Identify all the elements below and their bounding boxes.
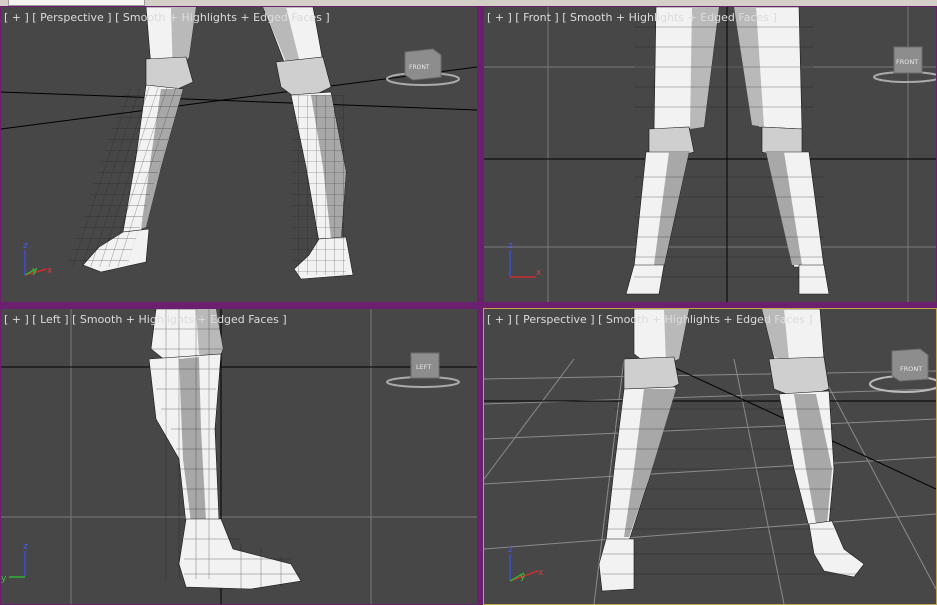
shading-mode-button[interactable]: [ Smooth + Highlights + Edged Faces ]	[598, 313, 813, 326]
viewport-label: [ + ] [ Perspective ] [ Smooth + Highlig…	[4, 11, 330, 24]
viewcube[interactable]: FRONT	[873, 46, 936, 83]
axis-gizmo: z x y	[508, 545, 544, 582]
viewport-menu-button[interactable]: [ + ]	[487, 11, 512, 24]
character-leg-right	[262, 7, 354, 280]
viewport-menu-button[interactable]: [ + ]	[4, 11, 29, 24]
view-type-button[interactable]: [ Perspective ]	[515, 313, 594, 326]
svg-text:x: x	[538, 568, 544, 578]
viewcube[interactable]: FRONT	[386, 48, 460, 86]
viewcube-face-label: LEFT	[416, 363, 431, 371]
viewport-menu-button[interactable]: [ + ]	[487, 313, 512, 326]
viewport-front[interactable]: FRONT z x [ + ] [ Front ] [ Smooth + Hig…	[483, 6, 937, 303]
axis-gizmo: z y	[1, 542, 28, 584]
viewport-menu-button[interactable]: [ + ]	[4, 313, 29, 326]
viewport-perspective-active[interactable]: FRONT z x y [ + ] [ Perspective ] [ Smoo…	[483, 308, 937, 605]
view-type-button[interactable]: [ Left ]	[32, 313, 68, 326]
viewport-canvas[interactable]: FRONT z x	[484, 7, 936, 302]
svg-text:y: y	[520, 572, 526, 582]
viewport-canvas[interactable]: LEFT z y	[1, 309, 477, 604]
viewport-perspective-top-left[interactable]: FRONT z x y [ + ] [ Perspective ] [ Smoo…	[0, 6, 478, 303]
character-leg-left	[625, 7, 720, 295]
shading-mode-button[interactable]: [ Smooth + Highlights + Edged Faces ]	[72, 313, 287, 326]
viewport-left[interactable]: LEFT z y [ + ] [ Left ] [ Smooth + Highl…	[0, 308, 478, 605]
viewcube-face-label: FRONT	[896, 58, 918, 66]
viewport-canvas[interactable]: FRONT z x y	[484, 309, 936, 604]
svg-text:z: z	[23, 542, 28, 552]
viewcube[interactable]: LEFT	[386, 352, 460, 388]
character-leg-right	[761, 309, 865, 578]
axis-gizmo: z x y	[23, 241, 53, 276]
svg-text:z: z	[508, 241, 513, 251]
viewport-label: [ + ] [ Left ] [ Smooth + Highlights + E…	[4, 313, 287, 326]
svg-text:z: z	[508, 545, 513, 555]
svg-text:x: x	[47, 266, 53, 276]
character-leg-left	[66, 7, 197, 273]
grid-axis-line	[1, 91, 477, 111]
svg-text:x: x	[536, 268, 542, 278]
svg-text:z: z	[23, 241, 28, 251]
shading-mode-button[interactable]: [ Smooth + Highlights + Edged Faces ]	[562, 11, 777, 24]
viewport-canvas[interactable]: FRONT z x y	[1, 7, 477, 302]
viewport-label: [ + ] [ Front ] [ Smooth + Highlights + …	[487, 11, 777, 24]
grid-axis-line	[1, 66, 477, 130]
viewcube-face-label: FRONT	[409, 64, 430, 71]
shading-mode-button[interactable]: [ Smooth + Highlights + Edged Faces ]	[115, 11, 330, 24]
character-leg-right	[733, 7, 830, 295]
view-type-button[interactable]: [ Perspective ]	[32, 11, 111, 24]
viewport-grid	[484, 358, 936, 604]
svg-text:y: y	[32, 266, 38, 276]
viewport-label: [ + ] [ Perspective ] [ Smooth + Highlig…	[487, 313, 813, 326]
svg-text:y: y	[1, 574, 7, 584]
viewcube-face-label: FRONT	[900, 365, 922, 373]
character-leg-side	[148, 309, 302, 590]
view-type-button[interactable]: [ Front ]	[515, 11, 558, 24]
viewcube[interactable]: FRONT	[869, 348, 936, 393]
